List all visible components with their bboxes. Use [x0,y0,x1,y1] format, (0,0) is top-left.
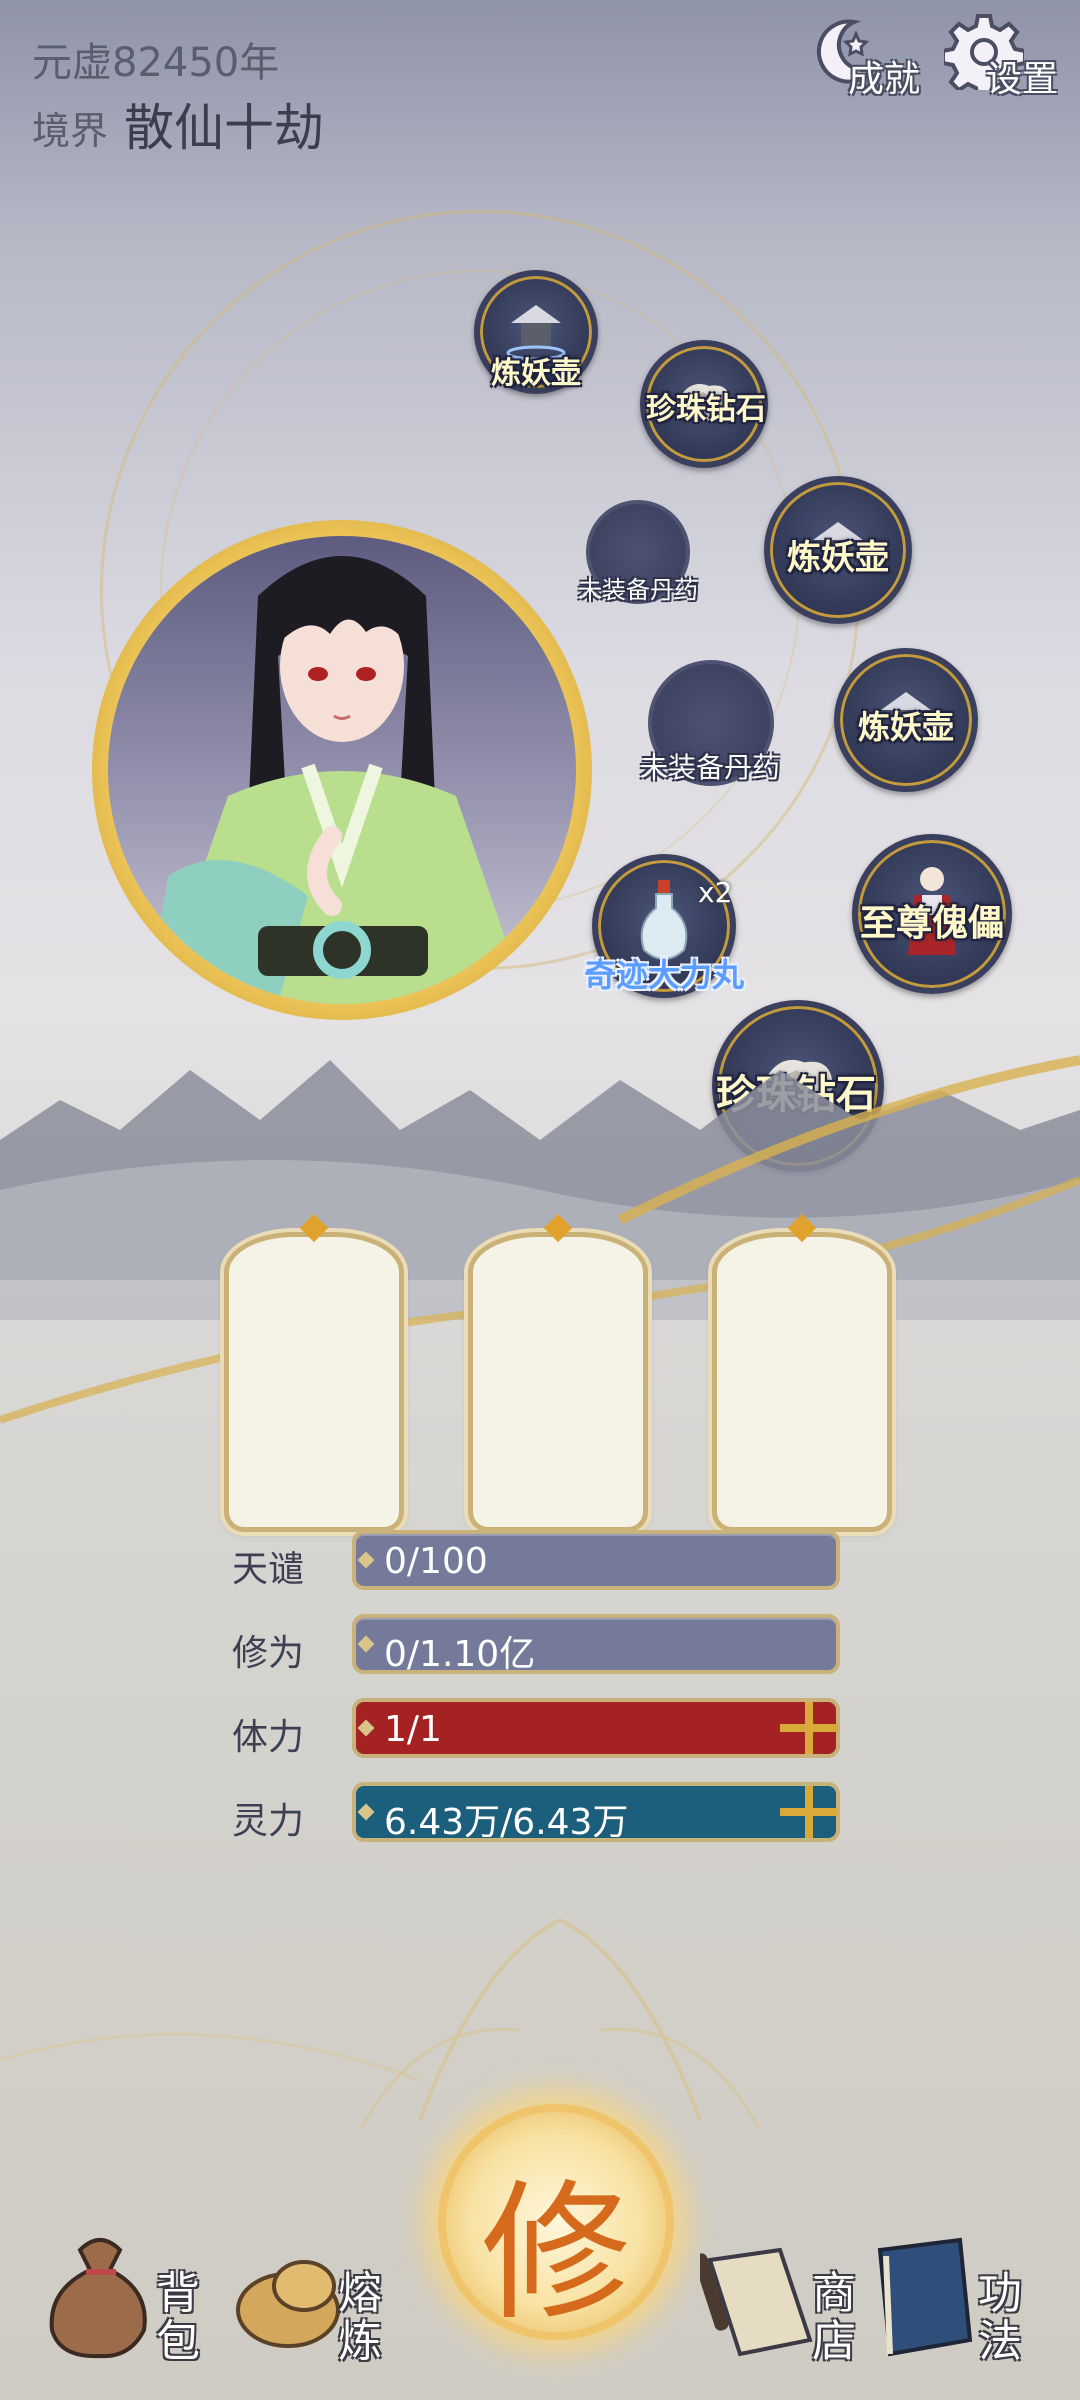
stat-bar-stamina: 1/1 [352,1698,840,1758]
item-label: 奇迹大力丸 [583,956,745,994]
stat-label-spirit: 灵力 [232,1801,305,1842]
realm-value: 散仙十劫 [124,99,324,157]
card-slot-2[interactable] [468,1232,648,1532]
plus-icon [780,1786,838,1838]
stat-value-spirit: 6.43万/6.43万 [384,1802,629,1842]
settings-button[interactable]: 设置 [944,10,1064,100]
achievement-label: 成就 [848,59,921,100]
nav-refine[interactable]: 熔炼 [228,2230,408,2380]
character-portrait-frame[interactable] [92,520,592,1020]
character-illustration [148,556,528,1004]
nav-refine-label: 熔炼 [338,2268,382,2367]
bag-icon [49,2238,147,2359]
bar-cap [357,1551,375,1569]
item-label: 炼妖壶 [491,356,581,391]
item-label: 至尊傀儡 [859,903,1005,944]
stat-label-stamina: 体力 [232,1717,305,1758]
stat-value-stamina: 1/1 [384,1709,442,1750]
scroll-map-icon [693,2247,813,2357]
book-icon [877,2237,973,2357]
nav-shop-label: 商店 [812,2268,856,2367]
plus-icon [780,1702,838,1754]
nav-shop[interactable]: 商店 [693,2230,870,2380]
stat-bar-retribution: 0/100 [352,1530,840,1590]
add-stamina-button[interactable] [772,1698,844,1758]
cultivate-label: 修 [480,2167,631,2341]
item-label: 炼妖壶 [857,708,955,746]
item-label: 珍珠钻石 [646,392,766,427]
item-label: 未装备丹药 [578,576,698,604]
item-label: 炼妖壶 [787,538,889,578]
coins-icon [236,2260,340,2348]
item-label: 未装备丹药 [639,751,781,784]
stat-value-cultivation: 0/1.10亿 [384,1634,536,1674]
nav-skills[interactable]: 功法 [860,2230,1040,2380]
settings-label: 设置 [986,59,1059,100]
card-slot-3[interactable] [712,1232,892,1532]
stat-label-cultivation: 修为 [232,1633,305,1674]
stat-bar-cultivation: 0/1.10亿 [352,1614,840,1674]
stat-label-retribution: 天谴 [232,1549,305,1590]
stat-value-retribution: 0/100 [384,1541,488,1582]
nav-bag-label: 背包 [156,2268,200,2367]
stat-bar-spirit: 6.43万/6.43万 [352,1782,840,1842]
add-spirit-button[interactable] [772,1782,844,1842]
nav-skills-label: 功法 [978,2268,1022,2367]
cultivate-button[interactable]: 修 [438,2104,674,2341]
achievement-button[interactable]: 成就 [806,10,926,100]
character-portrait [108,536,576,1004]
card-slot-1[interactable] [224,1232,404,1532]
nav-bag[interactable]: 背包 [40,2230,220,2380]
bar-cap [357,1635,375,1653]
item-count: x2 [698,876,733,909]
era-year: 元虚82450年 [32,40,280,86]
realm-label: 境界 [32,109,109,153]
